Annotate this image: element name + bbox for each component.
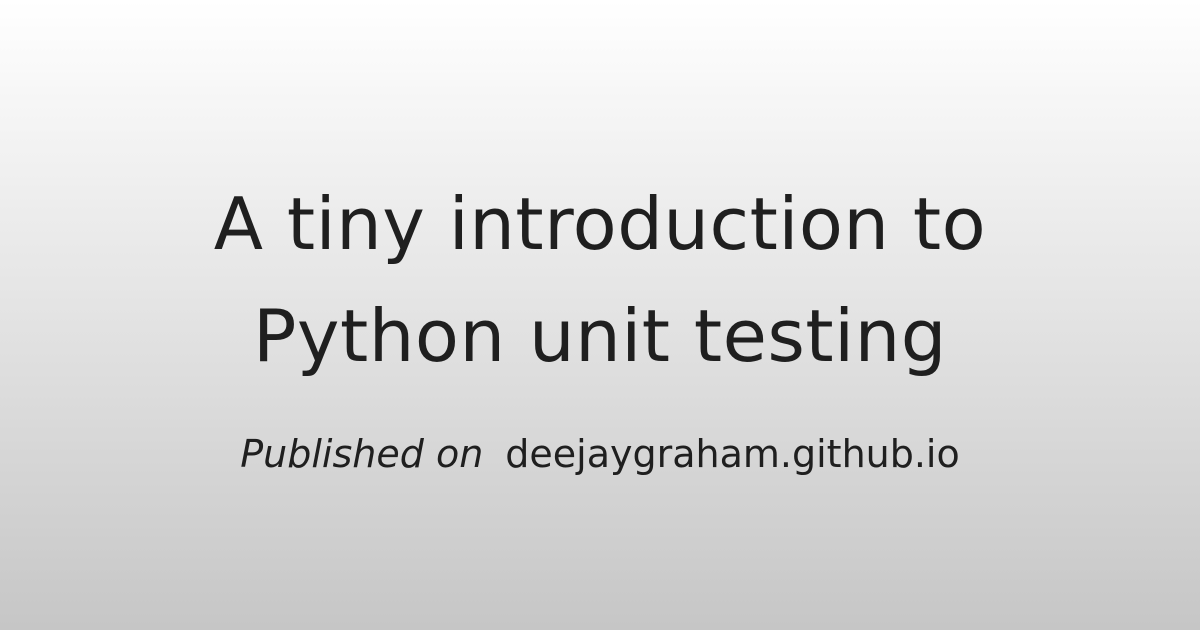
- byline-site-link[interactable]: deejaygraham.github.io: [505, 430, 959, 478]
- byline-prefix: Published on: [240, 432, 484, 476]
- title-line-2: Python unit testing: [253, 294, 947, 378]
- byline: Published on deejaygraham.github.io: [240, 430, 960, 478]
- title-line-1: A tiny introduction to: [213, 182, 987, 266]
- article-title: A tiny introduction to Python unit testi…: [50, 168, 1150, 392]
- social-card: A tiny introduction to Python unit testi…: [0, 0, 1200, 630]
